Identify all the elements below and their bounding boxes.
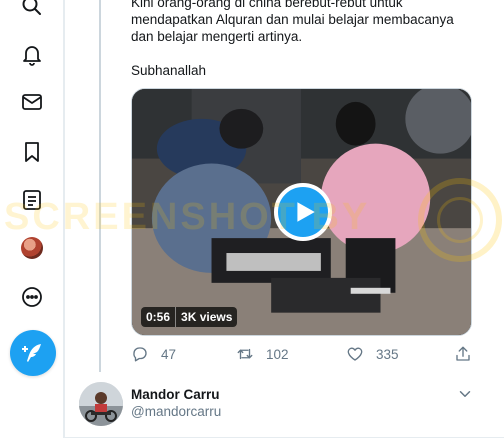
avatar-image <box>79 382 123 426</box>
tweet-text-line: dan belajar mengerti artinya. <box>131 29 303 44</box>
tweet-text-closing: Subhanallah <box>131 63 207 78</box>
avatar[interactable] <box>79 382 123 426</box>
tweet-text-line: mendapatkan Alquran dan mulai belajar me… <box>131 12 454 27</box>
play-button[interactable] <box>274 183 332 241</box>
tweet-actions: 47 102 335 <box>131 345 476 365</box>
video-duration: 0:56 <box>146 310 171 324</box>
video-player[interactable]: 0:56 3K views <box>131 88 472 336</box>
author-display-name[interactable]: Mandor Carru <box>131 387 220 402</box>
search-icon[interactable] <box>14 0 50 24</box>
compose-tweet-button[interactable] <box>10 330 56 376</box>
share-button[interactable] <box>454 345 472 363</box>
bookmark-icon[interactable] <box>14 134 50 170</box>
chevron-down-icon[interactable] <box>456 385 474 403</box>
reply-button[interactable]: 47 <box>131 345 176 363</box>
like-count: 335 <box>376 346 399 362</box>
list-icon[interactable] <box>14 182 50 218</box>
thread-connector-line <box>99 0 101 372</box>
mail-icon[interactable] <box>14 84 50 120</box>
heart-icon <box>347 347 363 361</box>
play-icon <box>297 202 315 222</box>
more-icon[interactable] <box>14 279 50 315</box>
reply-icon <box>133 347 147 362</box>
profile-avatar-icon[interactable] <box>14 230 50 266</box>
avatar <box>21 237 43 259</box>
feather-plus-icon <box>22 344 41 362</box>
retweet-button[interactable]: 102 <box>236 345 289 363</box>
reply-count: 47 <box>161 346 177 362</box>
retweet-icon <box>237 348 253 360</box>
tweet-text: Kini orang-orang di china berebut-rebut … <box>131 0 471 79</box>
video-views: 3K views <box>175 307 237 327</box>
retweet-count: 102 <box>266 346 289 362</box>
share-icon <box>456 346 470 361</box>
tweet-text-line: Kini orang-orang di china berebut-rebut … <box>131 0 403 10</box>
video-info-badge: 0:56 3K views <box>141 307 238 327</box>
like-button[interactable]: 335 <box>346 345 399 363</box>
author-handle[interactable]: @mandorcarru <box>131 404 221 419</box>
left-nav <box>0 0 64 438</box>
bell-icon[interactable] <box>14 36 50 72</box>
